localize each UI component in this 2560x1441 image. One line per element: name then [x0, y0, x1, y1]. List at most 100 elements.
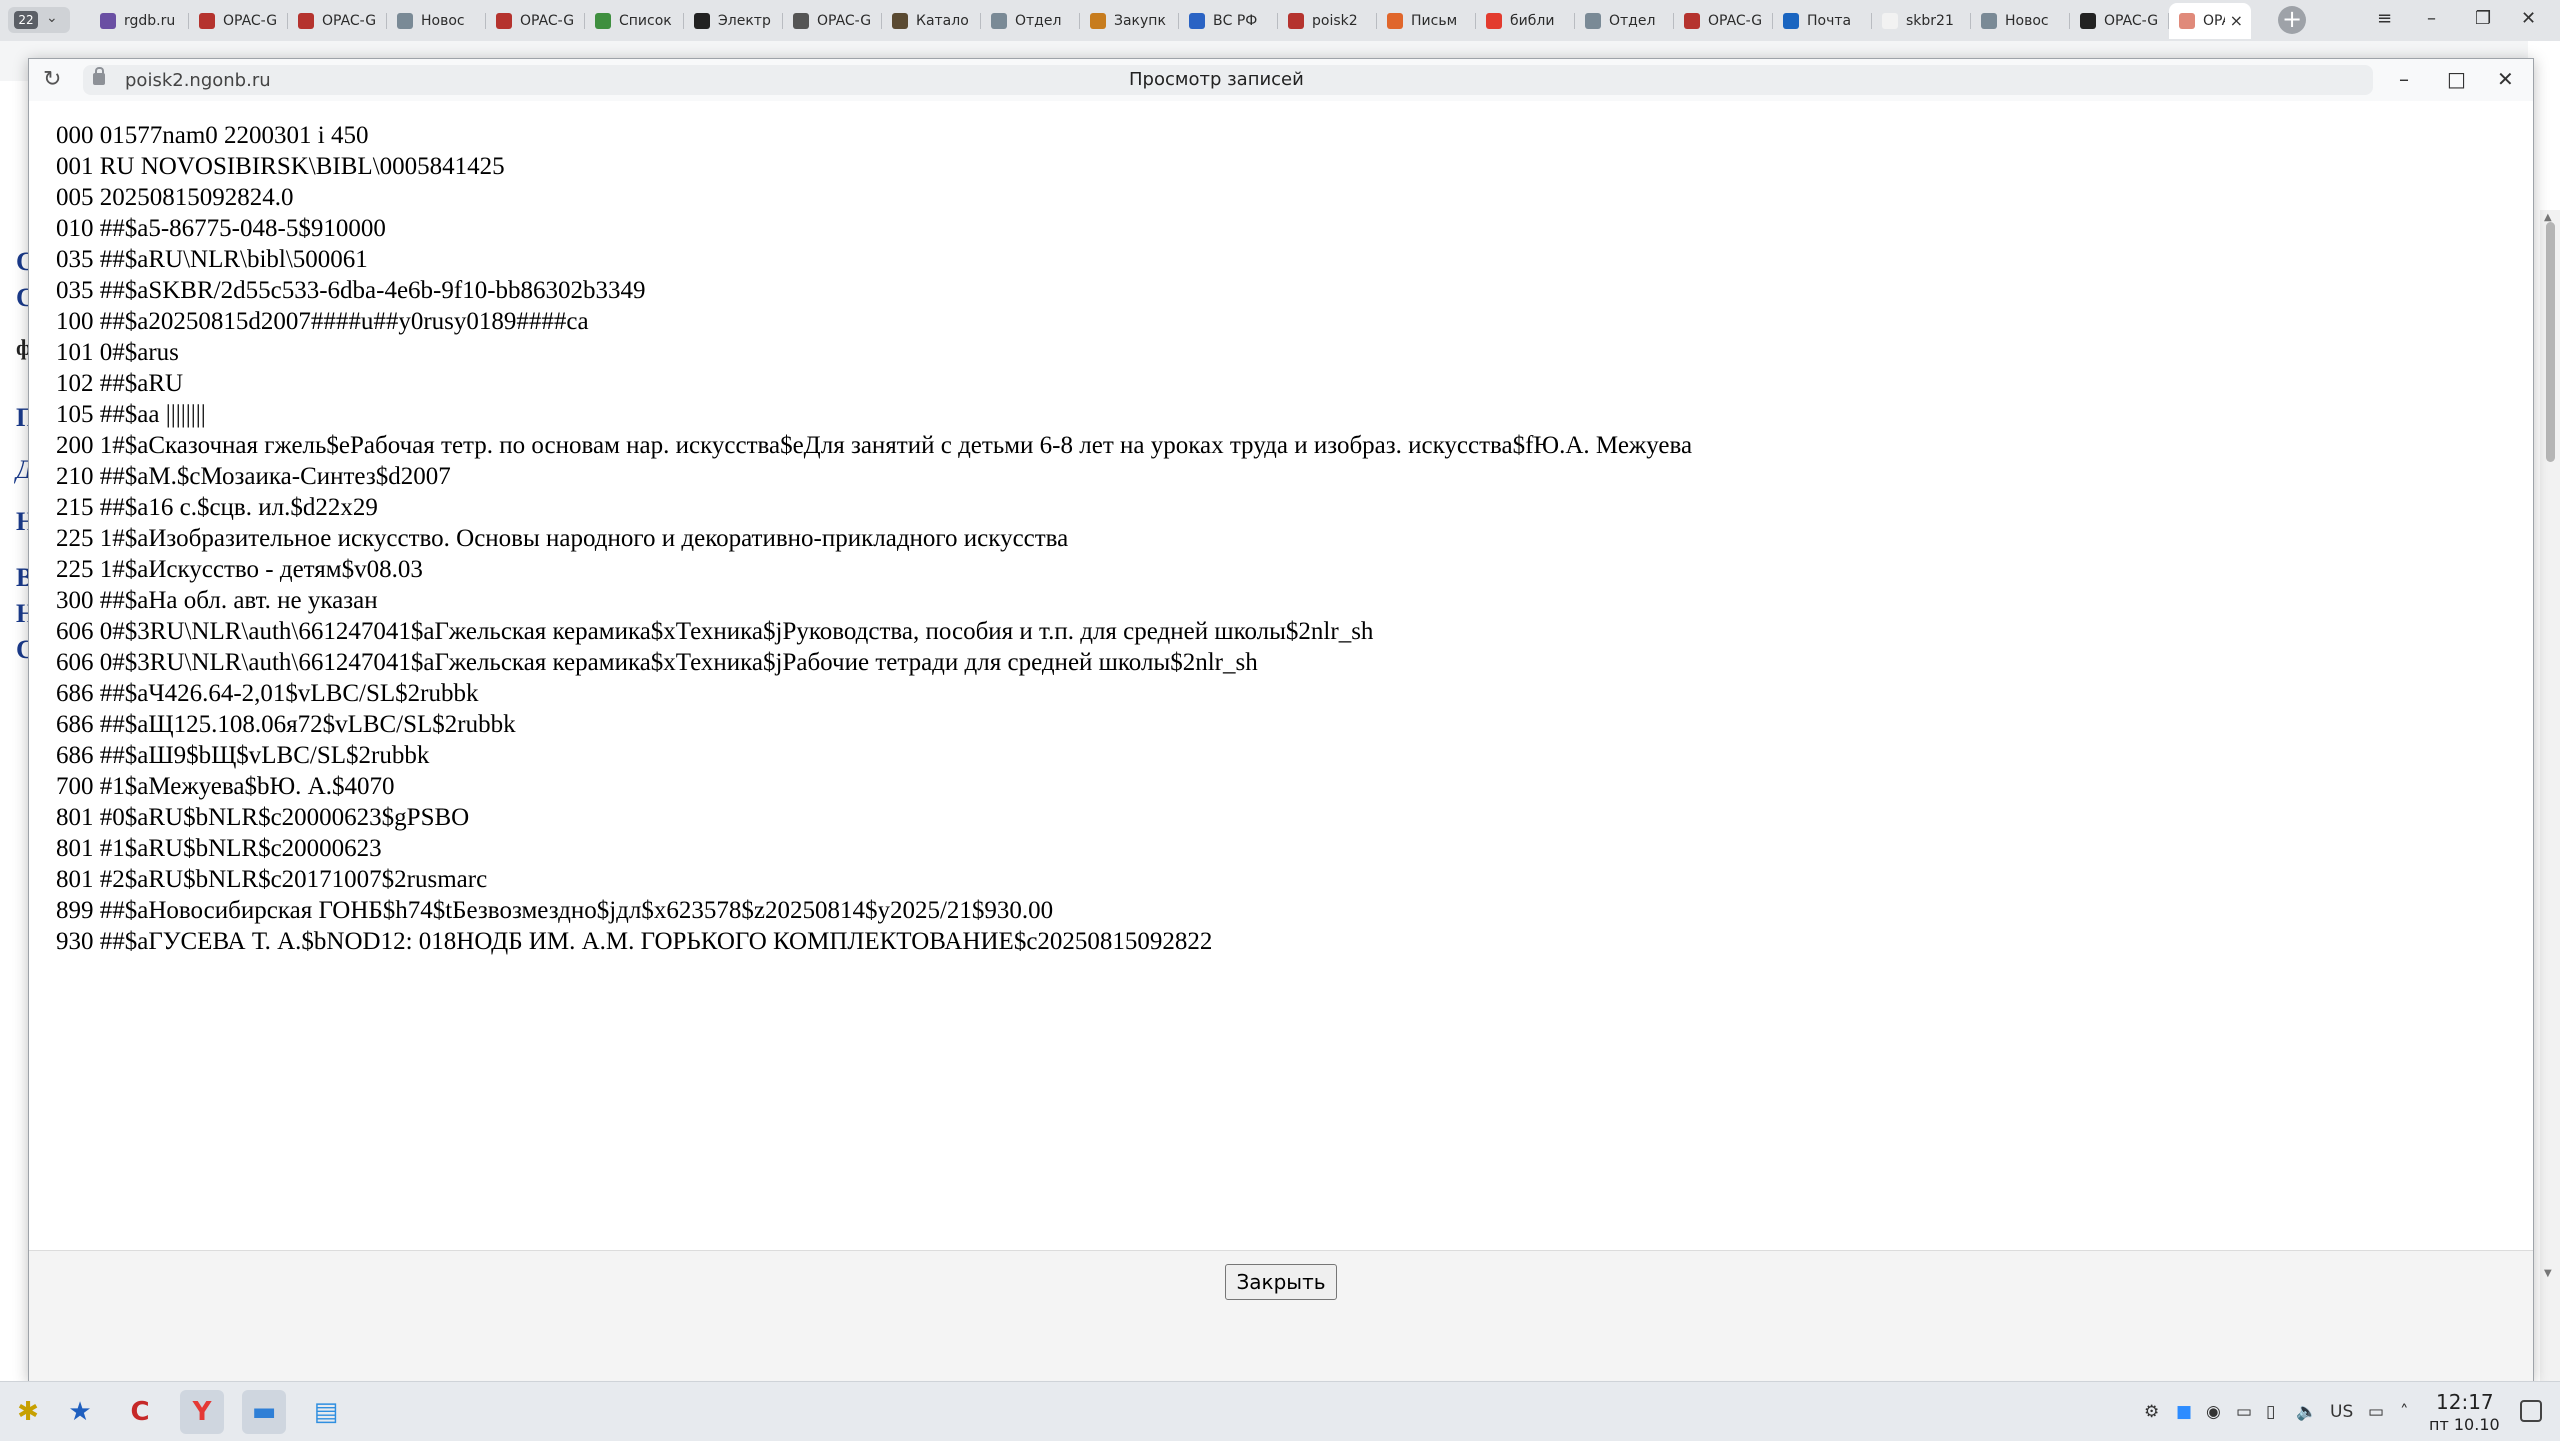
- start-menu-icon[interactable]: ✱: [6, 1390, 50, 1434]
- browser-tab-strip: 22 ⌄ rgdb.ru OPAC-G OPAC-G Новос OPAC-G Списо…: [0, 0, 2560, 42]
- page-icon: [397, 13, 413, 29]
- show-desktop-button[interactable]: [2520, 1400, 2542, 1422]
- browser-tab[interactable]: OPAC-G: [2070, 3, 2169, 39]
- browser-tab[interactable]: rgdb.ru: [90, 3, 189, 39]
- clock-time[interactable]: 12:17: [2436, 1390, 2494, 1414]
- record-field-line: 801 #2$aRU$bNLR$c20171007$2rusmarc: [56, 866, 488, 893]
- record-field-line: 010 ##$a5-86775-048-5$910000: [56, 215, 386, 242]
- record-view-popup: ↻ poisk2.ngonb.ru Просмотр записей – □ ✕…: [28, 58, 2535, 1383]
- browser-tab[interactable]: Отдел: [981, 3, 1080, 39]
- procurement-icon: [1090, 13, 1106, 29]
- document-app-icon[interactable]: ▤: [304, 1390, 348, 1434]
- network-icon[interactable]: ⚙: [2144, 1402, 2159, 1422]
- browser-tab-active[interactable]: OPAC ×: [2169, 3, 2251, 39]
- tab-close-icon[interactable]: ×: [2230, 11, 2243, 30]
- browser-close-button[interactable]: ✕: [2521, 8, 2536, 29]
- popup-maximize-button[interactable]: □: [2447, 67, 2466, 91]
- browser-tab[interactable]: Отдел: [1575, 3, 1674, 39]
- record-content: 000 01577nam0 2200301 i 450 001 RU NOVOSI…: [29, 101, 2535, 1261]
- background-scrollbar-thumb[interactable]: [2546, 222, 2555, 462]
- reload-icon[interactable]: ↻: [43, 67, 61, 92]
- display-icon[interactable]: ▭: [2236, 1402, 2252, 1422]
- browser-tab[interactable]: Электр: [684, 3, 783, 39]
- tab-counter-button[interactable]: 22 ⌄: [8, 7, 70, 33]
- browser-tab-label: OPAC-G: [1708, 13, 1763, 29]
- popup-url: poisk2.ngonb.ru: [125, 70, 271, 91]
- browser-tab-label: OPAC-G: [322, 13, 377, 29]
- record-field-line: 686 ##$aШ9$bЩ$vLBC/SL$2rubbk: [56, 742, 430, 769]
- record-field-line: 035 ##$aRU\NLR\bibl\500061: [56, 246, 368, 273]
- court-icon: [1189, 13, 1205, 29]
- browser-menu-icon[interactable]: ≡: [2377, 8, 2392, 29]
- record-field-line: 101 0#$arus: [56, 339, 179, 366]
- popup-minimize-button[interactable]: –: [2399, 67, 2409, 91]
- browser-tab-label: Почта: [1807, 13, 1852, 29]
- c-app-icon[interactable]: C: [118, 1390, 162, 1434]
- browser-tab[interactable]: Закупк: [1080, 3, 1179, 39]
- browser-tab[interactable]: библи: [1476, 3, 1575, 39]
- browser-tab[interactable]: OPAC-G: [486, 3, 585, 39]
- background-page-left-strip: C C ф П Д Н В Н С: [0, 81, 36, 1381]
- browser-tab[interactable]: poisk2: [1278, 3, 1377, 39]
- browser-minimize-button[interactable]: –: [2427, 8, 2436, 29]
- browser-tab[interactable]: Список: [585, 3, 684, 39]
- clipboard-icon[interactable]: ▯: [2266, 1402, 2275, 1422]
- screen-icon[interactable]: ▭: [2368, 1402, 2384, 1422]
- record-field-line: 105 ##$aa ||||||||: [56, 401, 206, 428]
- mail-icon: [1387, 13, 1403, 29]
- browser-tab[interactable]: OPAC-G: [288, 3, 387, 39]
- tab-list: rgdb.ru OPAC-G OPAC-G Новос OPAC-G Список Элек…: [90, 3, 2251, 39]
- popup-close-x-button[interactable]: ✕: [2497, 67, 2514, 91]
- zoom-icon[interactable]: ■: [2176, 1402, 2192, 1422]
- opac-icon: [1288, 13, 1304, 29]
- browser-tab-label: poisk2: [1312, 13, 1358, 29]
- browser-tab[interactable]: Новос: [387, 3, 486, 39]
- record-field-line: 000 01577nam0 2200301 i 450: [56, 122, 369, 149]
- popup-title-bar: ↻ poisk2.ngonb.ru Просмотр записей – □ ✕: [29, 59, 2533, 101]
- yandex-browser-icon[interactable]: Y: [180, 1390, 224, 1434]
- browser-tab[interactable]: OPAC-G: [783, 3, 882, 39]
- keyboard-layout-indicator[interactable]: US: [2330, 1402, 2353, 1422]
- browser-tab-label: Письм: [1411, 13, 1458, 29]
- opac-icon: [199, 13, 215, 29]
- expand-icon[interactable]: ˄: [2400, 1402, 2409, 1422]
- star-folder-icon[interactable]: ★: [58, 1390, 102, 1434]
- page-icon: [1981, 13, 1997, 29]
- browser-tab-label: Новос: [2005, 13, 2049, 29]
- browser-maximize-button[interactable]: ❐: [2475, 8, 2491, 29]
- chevron-down-icon: ⌄: [46, 10, 58, 26]
- scroll-down-arrow-icon[interactable]: ▼: [2544, 1268, 2552, 1279]
- browser-tab[interactable]: Катало: [882, 3, 981, 39]
- record-field-line: 200 1#$aСказочная гжель$eРабочая тетр. п…: [56, 432, 1693, 459]
- record-field-line: 899 ##$aНовосибирская ГОНБ$h74$tБезвозме…: [56, 897, 1054, 924]
- browser-tab[interactable]: Почта: [1773, 3, 1872, 39]
- browser-tab[interactable]: ВС РФ: [1179, 3, 1278, 39]
- browser-tab[interactable]: skbr21: [1872, 3, 1971, 39]
- browser-tab[interactable]: OPAC-G: [1674, 3, 1773, 39]
- browser-tab-label: Электр: [718, 13, 771, 29]
- mail-icon: [694, 13, 710, 29]
- volume-icon[interactable]: 🔈: [2296, 1402, 2317, 1422]
- page-icon: [1585, 13, 1601, 29]
- document-icon: [2080, 13, 2096, 29]
- clock-date[interactable]: пт 10.10: [2429, 1415, 2500, 1434]
- close-button[interactable]: Закрыть: [1225, 1264, 1337, 1300]
- browser-tab-label: Список: [619, 13, 672, 29]
- record-field-line: 606 0#$3RU\NLR\auth\661247041$aГжельская…: [56, 649, 1258, 676]
- browser-tab[interactable]: OPAC-G: [189, 3, 288, 39]
- browser-tab[interactable]: Письм: [1377, 3, 1476, 39]
- browser-tab-label: Отдел: [1609, 13, 1656, 29]
- taskbar: ✱ ★ C Y ▬ ▤ ⚙ ■ ◉ ▭ ▯ 🔈 US ▭ ˄ 12:17 пт …: [0, 1381, 2560, 1441]
- record-field-line: 700 #1$aМежуева$bЮ. А.$4070: [56, 773, 395, 800]
- steam-icon[interactable]: ◉: [2206, 1402, 2221, 1422]
- opac-icon: [298, 13, 314, 29]
- browser-tab[interactable]: Новос: [1971, 3, 2070, 39]
- record-field-line: 801 #0$aRU$bNLR$c20000623$gPSBO: [56, 804, 470, 831]
- record-field-line: 102 ##$aRU: [56, 370, 184, 397]
- new-tab-button[interactable]: +: [2278, 6, 2306, 34]
- record-field-line: 001 RU NOVOSIBIRSK\BIBL\0005841425: [56, 153, 505, 180]
- record-field-line: 606 0#$3RU\NLR\auth\661247041$aГжельская…: [56, 618, 1374, 645]
- file-manager-icon[interactable]: ▬: [242, 1390, 286, 1434]
- record-field-line: 300 ##$aНа обл. авт. не указан: [56, 587, 378, 614]
- scroll-up-arrow-icon[interactable]: ▲: [2544, 212, 2552, 223]
